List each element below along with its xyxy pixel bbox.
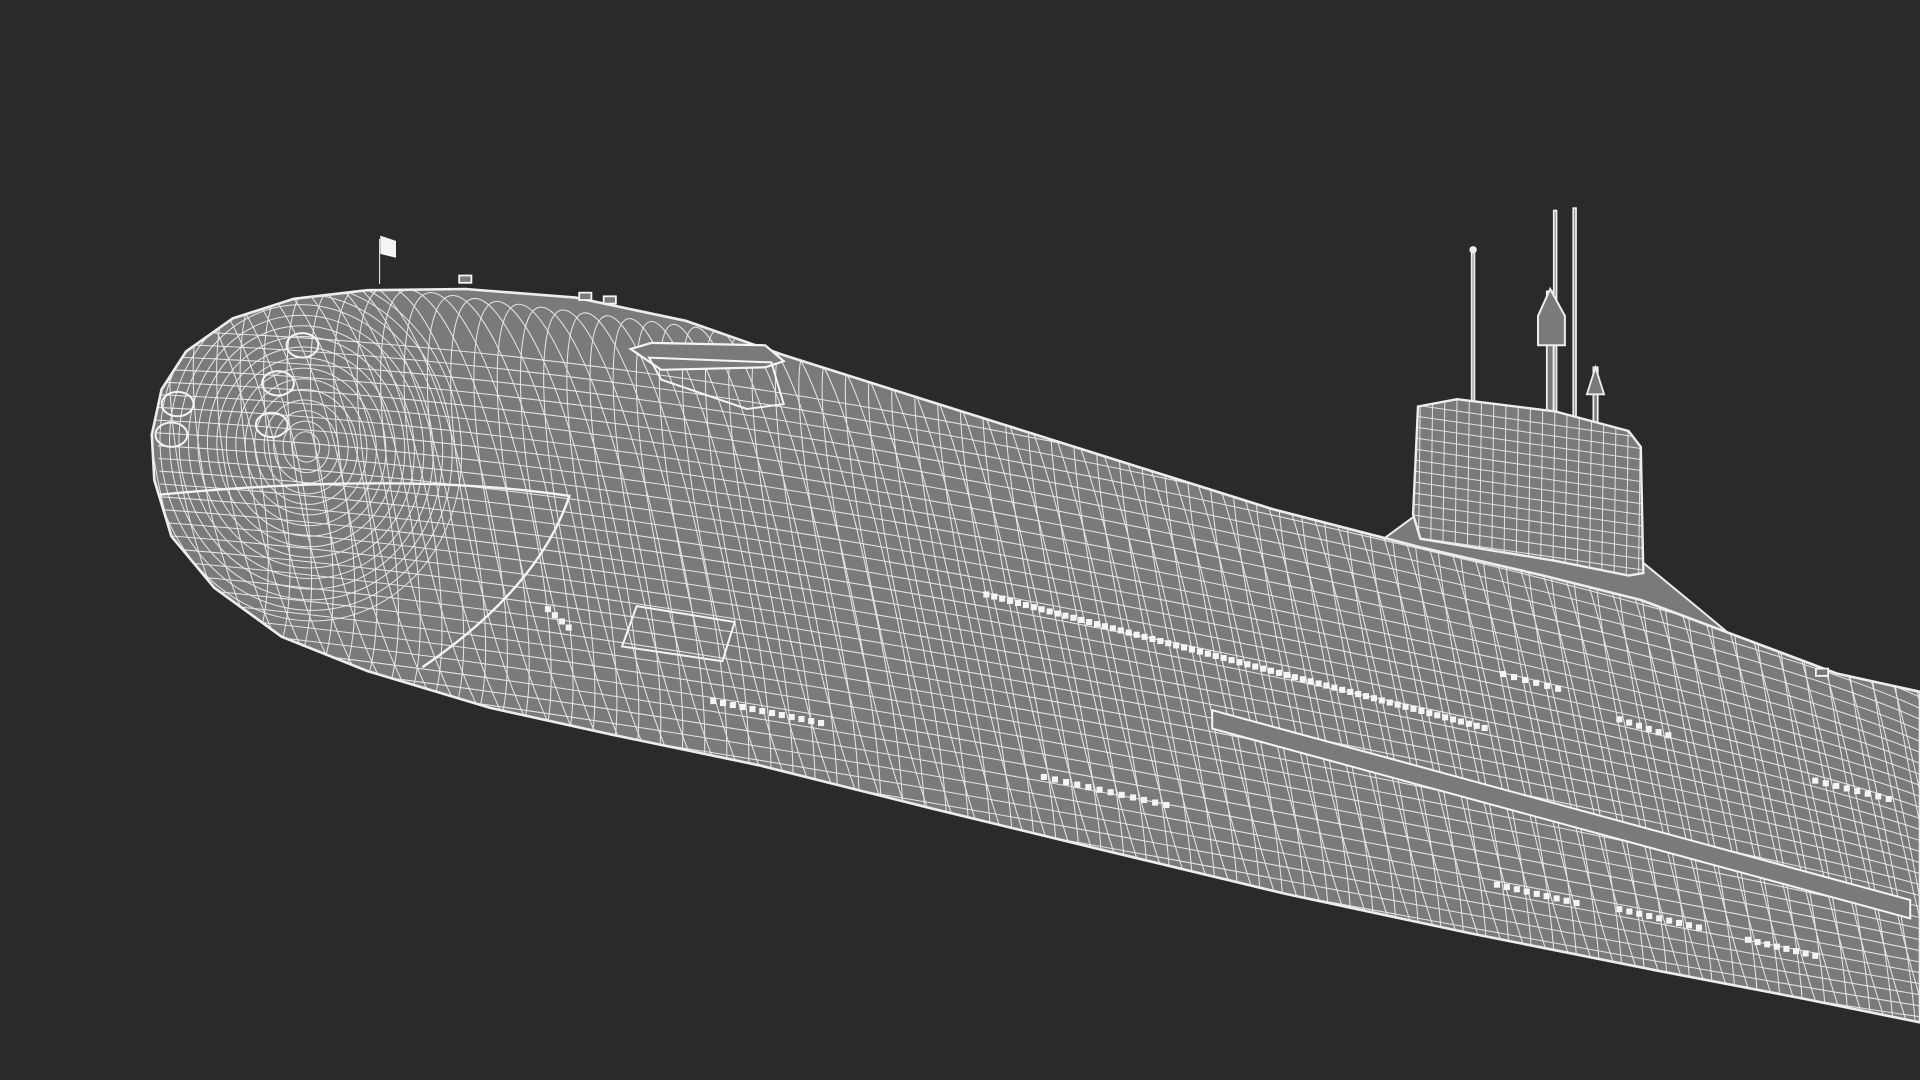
deck-bollard xyxy=(458,274,473,284)
mast-tip xyxy=(1469,246,1477,254)
mast-left xyxy=(1470,247,1476,406)
deck-bollard xyxy=(578,291,593,301)
mast-tall-2 xyxy=(1572,207,1577,424)
render-viewport xyxy=(0,0,1920,1080)
deck-bollard xyxy=(602,295,617,305)
deck-bollard-aft xyxy=(1815,667,1830,677)
submarine-wireframe xyxy=(0,0,1920,1080)
